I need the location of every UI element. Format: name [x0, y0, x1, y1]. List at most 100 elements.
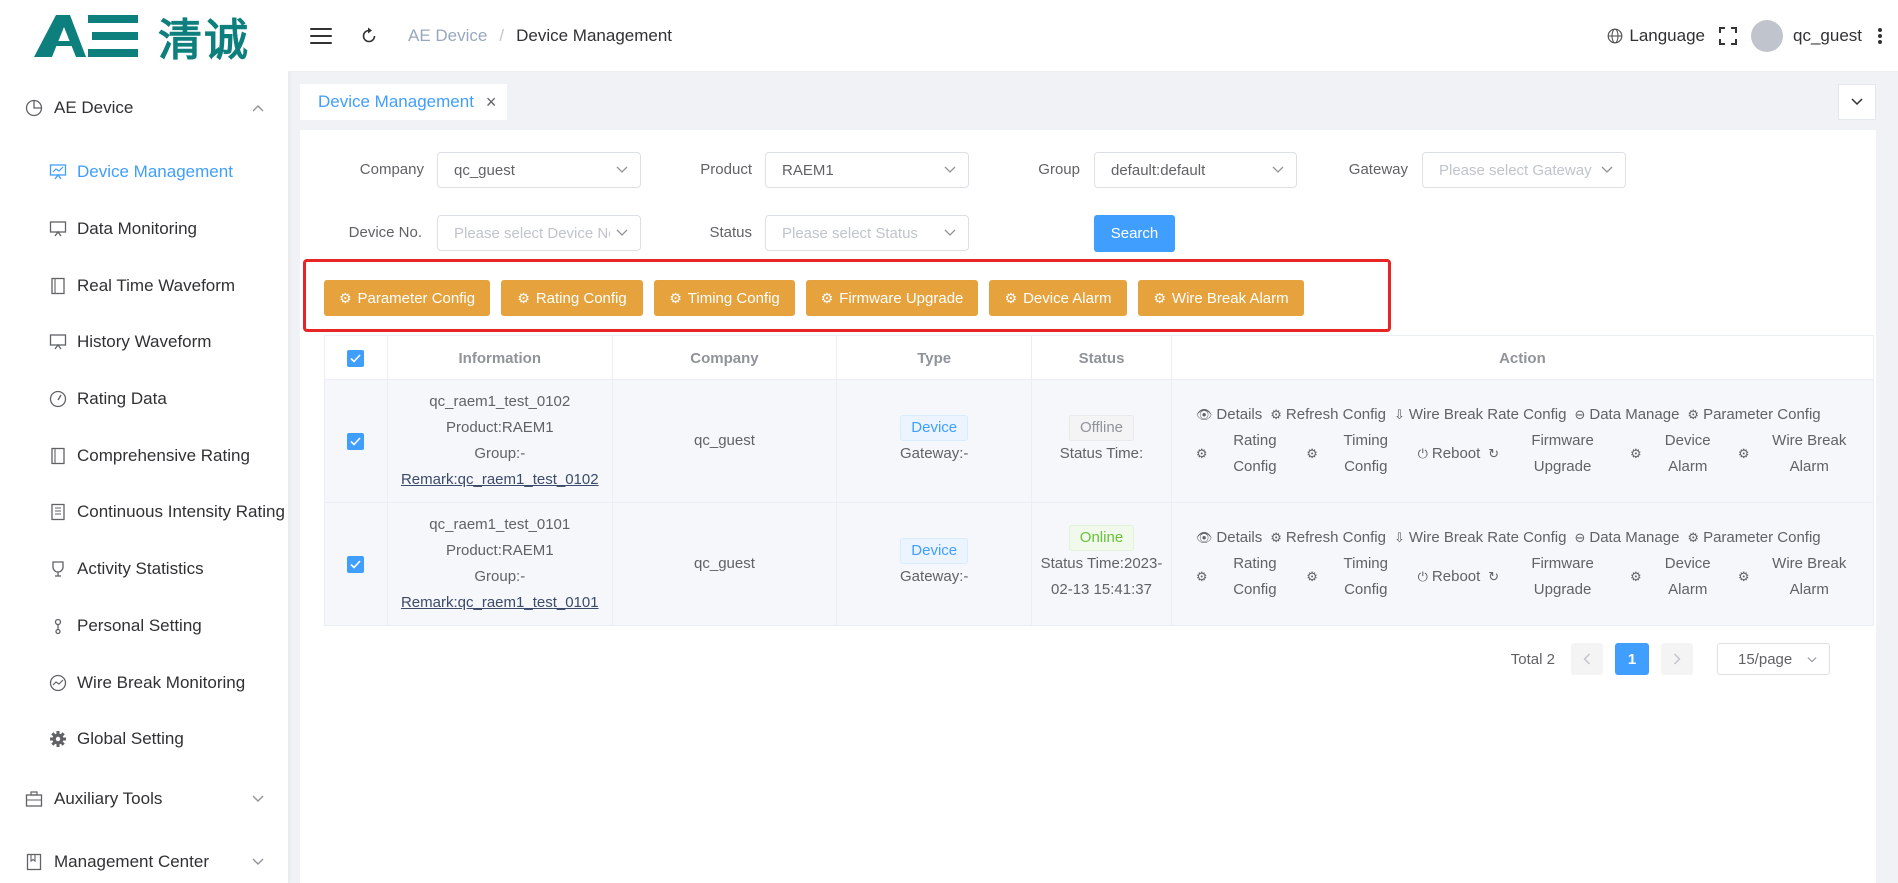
- page-size-select[interactable]: 15/page: [1717, 643, 1830, 675]
- firmware-upgrade-label: Firmware Upgrade: [1531, 432, 1594, 475]
- sidebar-item-label: Global Setting: [77, 729, 184, 749]
- tab-device-management[interactable]: Device Management ×: [300, 84, 507, 120]
- next-page-button[interactable]: [1661, 643, 1693, 675]
- product-select-value: RAEM1: [782, 161, 834, 179]
- firmware-upgrade-button[interactable]: ⚙ Firmware Upgrade: [806, 280, 978, 316]
- rating-config-button[interactable]: ⚙ Rating Config: [501, 280, 643, 316]
- sidebar-item-data-monitoring[interactable]: Data Monitoring: [0, 201, 288, 258]
- chevron-down-icon: [1272, 166, 1284, 173]
- sidebar-item-activity-statistics[interactable]: Activity Statistics: [0, 541, 288, 598]
- row-checkbox[interactable]: [347, 555, 365, 573]
- table-header: Information Company Type Status Action: [325, 336, 1873, 380]
- timing-config-button[interactable]: ⚙ Timing Config: [654, 280, 795, 316]
- status-select[interactable]: Please select Status: [765, 215, 969, 251]
- sidebar-item-global-setting[interactable]: Global Setting: [0, 711, 288, 768]
- logo[interactable]: 清诚: [0, 0, 288, 72]
- timing-config-link[interactable]: ⚙ Timing Config: [1306, 428, 1409, 480]
- wire-break-alarm-link[interactable]: ⚙ Wire Break Alarm: [1738, 428, 1865, 480]
- firmware-upgrade-link[interactable]: ↻ Firmware Upgrade: [1488, 428, 1622, 480]
- sidebar-item-personal-setting[interactable]: Personal Setting: [0, 598, 288, 655]
- timing-config-link[interactable]: ⚙ Timing Config: [1306, 551, 1409, 603]
- menu-group-management-center[interactable]: Management Center: [0, 830, 288, 883]
- gateway-select[interactable]: Please select Gateway: [1422, 152, 1626, 188]
- device-remark-link[interactable]: Remark:qc_raem1_test_0101: [401, 590, 599, 616]
- timing-config-label: Timing Config: [687, 289, 780, 307]
- device-remark-link[interactable]: Remark:qc_raem1_test_0102: [401, 467, 599, 493]
- wire-break-alarm-link[interactable]: ⚙ Wire Break Alarm: [1738, 551, 1865, 603]
- sidebar-item-real-time-waveform[interactable]: Real Time Waveform: [0, 257, 288, 314]
- gear-icon: ⚙: [1737, 569, 1750, 584]
- data-manage-link[interactable]: ⊖ Data Manage: [1574, 525, 1679, 551]
- device-alarm-link[interactable]: ⚙ Device Alarm: [1630, 428, 1730, 480]
- search-button[interactable]: Search: [1094, 215, 1175, 252]
- firmware-upgrade-link[interactable]: ↻ Firmware Upgrade: [1488, 551, 1622, 603]
- status-time: Status Time:2023-: [1040, 555, 1163, 572]
- timing-config-label: Timing Config: [1343, 555, 1388, 598]
- sidebar-item-history-waveform[interactable]: History Waveform: [0, 314, 288, 371]
- data-manage-link[interactable]: ⊖ Data Manage: [1574, 402, 1679, 428]
- rating-config-link[interactable]: ⚙ Rating Config: [1196, 551, 1298, 603]
- gear-icon: ⚙: [1306, 569, 1318, 584]
- tabs-dropdown-button[interactable]: [1838, 84, 1876, 120]
- device-no-select[interactable]: Please select Device No: [437, 215, 641, 251]
- action-links-line-1: 👁 Details ⚙ Refresh Config ⇩ Wire Break Rat…: [1196, 525, 1829, 551]
- company-select[interactable]: qc_guest: [437, 152, 641, 188]
- menu-group-auxiliary-tools[interactable]: Auxiliary Tools: [0, 768, 288, 830]
- language-label: Language: [1629, 26, 1705, 45]
- rating-config-link[interactable]: ⚙ Rating Config: [1196, 428, 1298, 480]
- sidebar-item-comprehensive-rating[interactable]: Comprehensive Rating: [0, 427, 288, 484]
- menu-group-ae-device[interactable]: AE Device: [0, 72, 288, 144]
- group-select[interactable]: default:default: [1094, 152, 1297, 188]
- sidebar-item-label: Continuous Intensity Rating: [77, 502, 285, 522]
- more-vertical-icon[interactable]: [1878, 28, 1882, 44]
- fullscreen-icon[interactable]: [1719, 27, 1737, 45]
- sidebar-item-label: Device Management: [77, 162, 233, 182]
- sidebar-item-label: Activity Statistics: [77, 559, 204, 579]
- refresh-config-link[interactable]: ⚙ Refresh Config: [1270, 525, 1386, 551]
- close-icon[interactable]: ×: [486, 93, 497, 111]
- device-name: qc_raem1_test_0101: [429, 516, 571, 533]
- sidebar-item-label: Comprehensive Rating: [77, 445, 250, 465]
- action-cell: 👁 Details ⚙ Refresh Config ⇩ Wire Break Rat…: [1172, 503, 1873, 625]
- table-row[interactable]: qc_raem1_test_0101 Product:RAEM1 Group:-…: [325, 503, 1873, 625]
- chevron-down-icon: [252, 855, 264, 869]
- parameter-config-link[interactable]: ⚙ Parameter Config: [1687, 402, 1820, 428]
- details-link[interactable]: 👁 Details: [1196, 402, 1262, 428]
- list-document-icon: [48, 502, 68, 522]
- reboot-link[interactable]: ⏻ Reboot: [1418, 428, 1481, 480]
- reboot-link[interactable]: ⏻ Reboot: [1418, 551, 1481, 603]
- sidebar-item-rating-data[interactable]: Rating Data: [0, 371, 288, 428]
- device-alarm-button[interactable]: ⚙ Device Alarm: [989, 280, 1127, 316]
- sidebar-item-label: Real Time Waveform: [77, 275, 236, 295]
- wire-break-rate-config-link[interactable]: ⇩ Wire Break Rate Config: [1394, 402, 1566, 428]
- device-alarm-link[interactable]: ⚙ Device Alarm: [1630, 551, 1730, 603]
- product-select[interactable]: RAEM1: [765, 152, 969, 188]
- prev-page-button[interactable]: [1571, 643, 1603, 675]
- gear-icon: ⚙: [1687, 530, 1700, 545]
- sidebar-item-wire-break-monitoring[interactable]: Wire Break Monitoring: [0, 654, 288, 711]
- chevron-down-icon: [944, 166, 956, 173]
- hamburger-icon[interactable]: [310, 27, 332, 44]
- table-row[interactable]: qc_raem1_test_0102 Product:RAEM1 Group:-…: [325, 380, 1873, 503]
- gear-icon: ⚙: [1306, 446, 1318, 461]
- chevron-down-icon: [1807, 657, 1817, 663]
- avatar[interactable]: [1751, 20, 1783, 52]
- column-header-company: Company: [613, 336, 838, 380]
- page-number-button[interactable]: 1: [1615, 643, 1649, 675]
- sidebar-item-continuous-intensity-rating[interactable]: Continuous Intensity Rating: [0, 484, 288, 541]
- details-link[interactable]: 👁 Details: [1196, 525, 1262, 551]
- refresh-icon[interactable]: [360, 27, 378, 45]
- refresh-config-link[interactable]: ⚙ Refresh Config: [1270, 402, 1386, 428]
- breadcrumb-root[interactable]: AE Device: [408, 26, 487, 46]
- select-all-checkbox[interactable]: [347, 349, 365, 367]
- parameter-config-link[interactable]: ⚙ Parameter Config: [1687, 525, 1820, 551]
- sidebar-item-device-management[interactable]: Device Management: [0, 144, 288, 201]
- status-badge: Online: [1068, 525, 1135, 551]
- wire-break-alarm-button[interactable]: ⚙ Wire Break Alarm: [1138, 280, 1304, 316]
- username[interactable]: qc_guest: [1793, 26, 1862, 46]
- wire-break-rate-config-link[interactable]: ⇩ Wire Break Rate Config: [1394, 525, 1566, 551]
- parameter-config-button[interactable]: ⚙ Parameter Config: [324, 280, 490, 316]
- rating-config-label: Rating Config: [1233, 432, 1277, 475]
- row-checkbox[interactable]: [347, 432, 365, 450]
- language-switcher[interactable]: Language: [1607, 26, 1705, 46]
